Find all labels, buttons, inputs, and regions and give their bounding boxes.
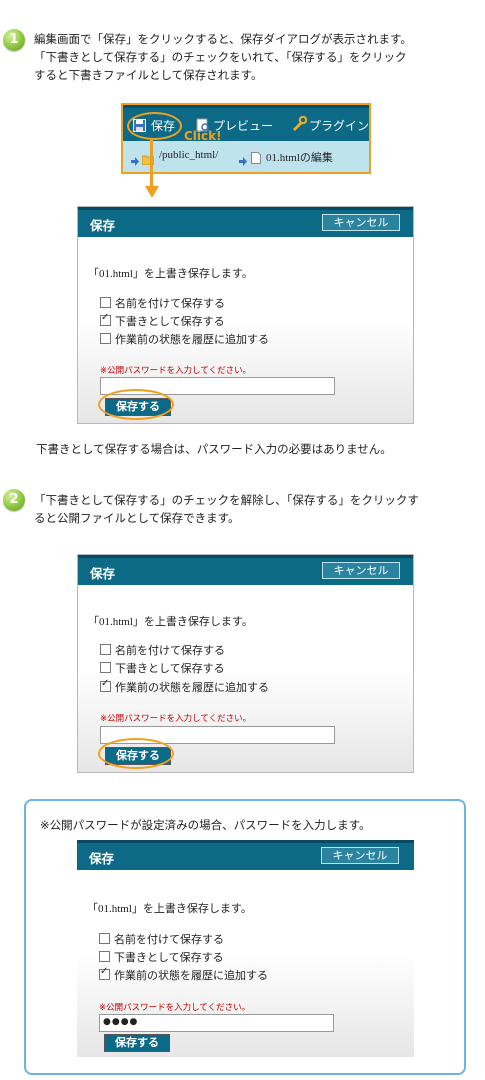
dialog-body: 「01.html」を上書き保存します。 名前を付けて保存する 下書きとして保存す… [77,870,414,1057]
step-2-line-1: 「下書きとして保存する」のチェックを解除し、「保存する」をクリックす [34,493,419,507]
dialog-title: 保存 [90,218,116,233]
save-highlight-oval [127,112,182,140]
toolbar-breadcrumb-bar: /public_html/ 01.htmlの編集 [123,141,369,172]
password-note: ※公開パスワードが設定済みの場合、パスワードを入力します。 [40,818,371,832]
plugin-icon [291,115,308,135]
toolbar-preview-button[interactable]: プレビュー [213,117,273,134]
password-label: ※公開パスワードを入力してください。 [100,714,252,724]
option-label: 下書きとして保存する [115,315,225,328]
checkbox[interactable] [100,333,111,344]
dialog-message: 「01.html」を上書き保存します。 [88,268,253,280]
breadcrumb-file: 01.htmlの編集 [266,152,333,164]
arrow-right-icon [239,151,247,170]
option-label: 下書きとして保存する [114,951,224,964]
password-label: ※公開パスワードを入力してください。 [99,1003,251,1013]
checkbox[interactable] [99,951,110,962]
dialog-message: 「01.html」を上書き保存します。 [88,616,253,628]
option-save-draft[interactable]: 下書きとして保存する [100,312,225,329]
dialog-title: 保存 [89,851,115,866]
step-2-icon: 2 [3,489,25,511]
cancel-button[interactable]: キャンセル [321,847,399,864]
option-save-draft[interactable]: 下書きとして保存する [99,949,224,965]
checkbox-checked[interactable] [100,678,111,692]
toolbar-plugin-button[interactable]: プラグイン [309,117,369,134]
option-add-history[interactable]: 作業前の状態を履歴に追加する [99,966,268,983]
file-icon [251,149,261,168]
dialog-message: 「01.html」を上書き保存します。 [87,903,252,915]
option-label: 名前を付けて保存する [115,644,225,657]
draft-note: 下書きとして保存する場合は、パスワード入力の必要はありません。 [36,442,392,456]
step-1-line-3: すると下書きファイルとして保存されます。 [34,68,263,82]
step-1-icon: 1 [3,29,25,51]
option-label: 作業前の状態を履歴に追加する [115,333,269,346]
dialog-header: 保存 キャンセル [78,207,413,237]
cancel-button[interactable]: キャンセル [322,214,400,231]
option-save-as[interactable]: 名前を付けて保存する [100,295,225,311]
option-label: 下書きとして保存する [115,662,225,675]
arrow-right-icon [131,151,139,170]
step-2-line-2: ると公開ファイルとして保存できます。 [34,511,240,525]
option-label: 作業前の状態を履歴に追加する [115,681,269,694]
breadcrumb-folder[interactable]: /public_html/ [159,149,218,161]
option-label: 作業前の状態を履歴に追加する [114,969,268,982]
checkbox[interactable] [100,297,111,308]
cancel-button[interactable]: キャンセル [322,562,400,579]
password-input[interactable]: ●●●● [99,1014,334,1032]
checkbox-checked[interactable] [99,966,110,980]
option-save-as[interactable]: 名前を付けて保存する [99,931,224,947]
option-save-draft[interactable]: 下書きとして保存する [100,660,225,676]
password-label: ※公開パスワードを入力してください。 [100,366,252,376]
save-dialog: 保存 キャンセル 「01.html」を上書き保存します。 名前を付けて保存する … [77,840,414,1057]
checkbox[interactable] [100,644,111,655]
down-arrow-icon [145,138,159,198]
save-button-highlight [98,738,174,769]
step-1-line-1: 編集画面で「保存」をクリックすると、保存ダイアログが表示されます。 [34,32,412,46]
option-add-history[interactable]: 作業前の状態を履歴に追加する [100,678,269,695]
dialog-header: 保存 キャンセル [77,840,414,870]
save-button[interactable]: 保存する [104,1034,170,1052]
option-add-history[interactable]: 作業前の状態を履歴に追加する [100,331,269,347]
option-label: 名前を付けて保存する [115,297,225,310]
option-save-as[interactable]: 名前を付けて保存する [100,642,225,658]
checkbox[interactable] [100,662,111,673]
dialog-title: 保存 [90,566,116,581]
click-callout: Click! [184,129,222,143]
step-1-line-2: 「下書きとして保存する」のチェックをいれて、「保存する」をクリック [34,50,407,64]
checkbox-checked[interactable] [100,312,111,326]
dialog-header: 保存 キャンセル [78,555,413,585]
option-label: 名前を付けて保存する [114,933,224,946]
save-button-highlight [98,389,174,420]
checkbox[interactable] [99,933,110,944]
